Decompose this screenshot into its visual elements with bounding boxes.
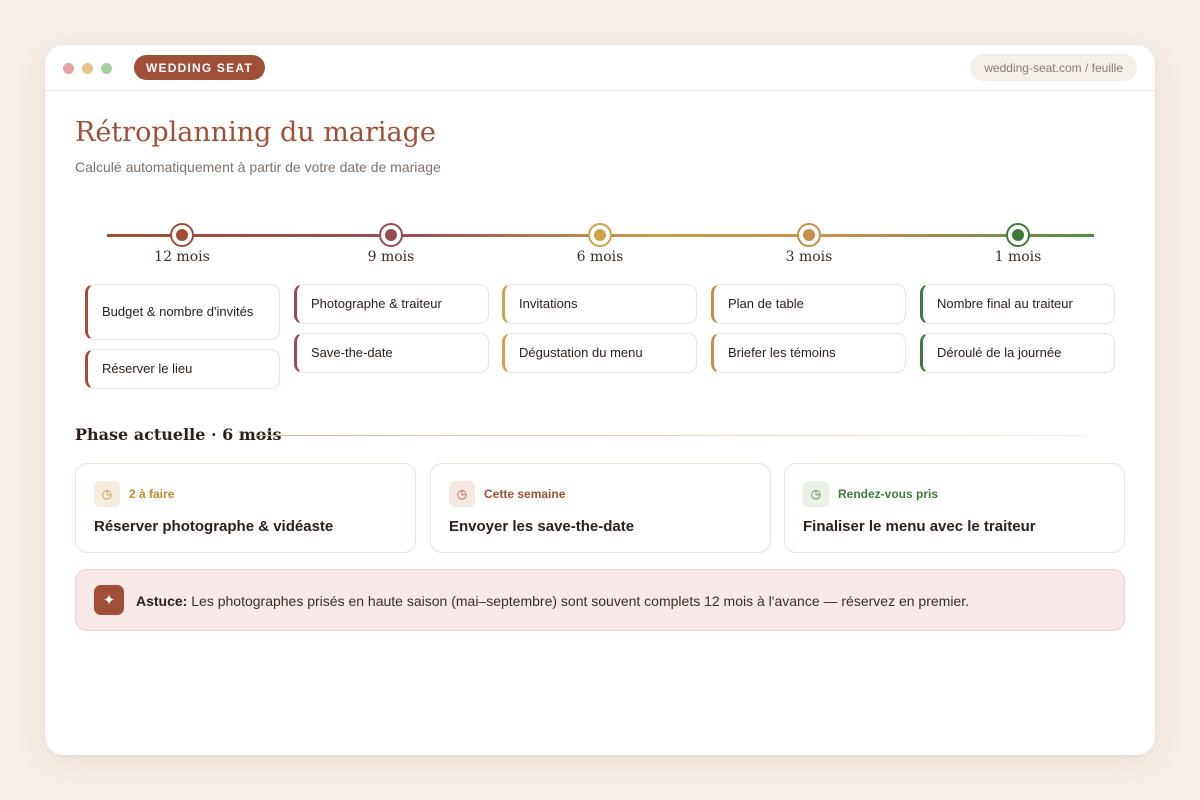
tip-body: Les photographes prisés en haute saison … <box>191 593 969 609</box>
sparkle-icon: ✦ <box>94 585 124 615</box>
task-card[interactable]: Réserver le lieu <box>85 349 280 389</box>
task-card[interactable]: Invitations <box>502 284 697 324</box>
task-card[interactable]: Dégustation du menu <box>502 333 697 373</box>
tip-text: Astuce: Les photographes prisés en haute… <box>136 593 969 609</box>
task-card[interactable]: Déroulé de la journée <box>920 333 1115 373</box>
milestone-node-12[interactable] <box>170 223 194 247</box>
task-card[interactable]: Save-the-date <box>294 333 489 373</box>
page-title: Rétroplanning du mariage <box>75 117 436 148</box>
phase-card[interactable]: ◷ Rendez-vous pris Finaliser le menu ave… <box>784 463 1125 553</box>
task-card[interactable]: Briefer les témoins <box>711 333 906 373</box>
phase-title: Phase actuelle · 6 mois <box>75 425 282 444</box>
close-window-dot[interactable] <box>63 63 74 74</box>
card-text: Réserver photographe & vidéaste <box>94 518 334 535</box>
task-card[interactable]: Budget & nombre d'invités <box>85 284 280 340</box>
card-text: Envoyer les save-the-date <box>449 518 635 535</box>
url-bar[interactable]: wedding-seat.com / feuille <box>970 54 1137 81</box>
milestone-label-6: 6 mois <box>576 249 624 265</box>
card-tag: Cette semaine <box>484 487 566 501</box>
brand-badge: WEDDING SEAT <box>134 55 265 80</box>
phase-divider <box>257 435 1087 436</box>
card-text: Finaliser le menu avec le traiteur <box>803 518 1036 535</box>
clock-icon: ◷ <box>449 481 475 507</box>
maximize-window-dot[interactable] <box>101 63 112 74</box>
task-card[interactable]: Photographe & traiteur <box>294 284 489 324</box>
minimize-window-dot[interactable] <box>82 63 93 74</box>
title-bar: WEDDING SEAT wedding-seat.com / feuille <box>45 45 1155 91</box>
clock-icon: ◷ <box>803 481 829 507</box>
page-subtitle: Calculé automatiquement à partir de votr… <box>75 159 441 175</box>
clock-icon: ◷ <box>94 481 120 507</box>
milestone-node-6[interactable] <box>588 223 612 247</box>
tip-label: Astuce: <box>136 593 188 609</box>
milestone-node-1[interactable] <box>1006 223 1030 247</box>
phase-card[interactable]: ◷ 2 à faire Réserver photographe & vidéa… <box>75 463 416 553</box>
phase-card[interactable]: ◷ Cette semaine Envoyer les save-the-dat… <box>430 463 771 553</box>
milestone-node-3[interactable] <box>797 223 821 247</box>
card-tag: 2 à faire <box>129 487 175 501</box>
app-window: WEDDING SEAT wedding-seat.com / feuille … <box>45 45 1155 755</box>
milestone-node-9[interactable] <box>379 223 403 247</box>
milestone-label-9: 9 mois <box>367 249 415 265</box>
card-tag: Rendez-vous pris <box>838 487 939 501</box>
tip-banner: ✦ Astuce: Les photographes prisés en hau… <box>75 569 1125 631</box>
milestone-label-1: 1 mois <box>994 249 1042 265</box>
milestone-label-12: 12 mois <box>154 249 210 265</box>
task-card[interactable]: Nombre final au traiteur <box>920 284 1115 324</box>
milestone-label-3: 3 mois <box>785 249 833 265</box>
task-card[interactable]: Plan de table <box>711 284 906 324</box>
